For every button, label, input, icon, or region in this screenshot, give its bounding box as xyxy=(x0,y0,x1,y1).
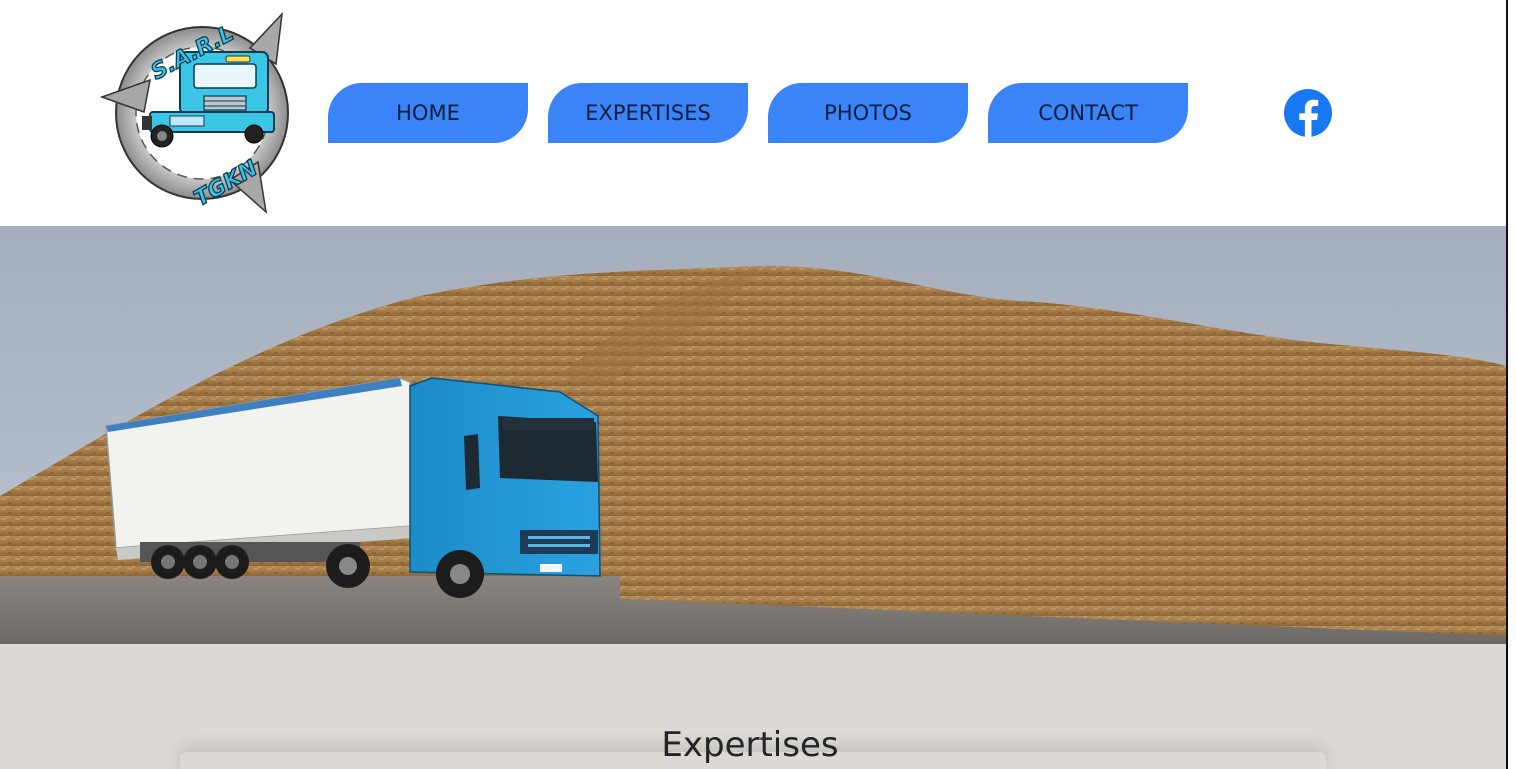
company-logo[interactable]: S.A.R.L TGKN xyxy=(100,12,304,214)
nav-photos-button[interactable]: PHOTOS xyxy=(768,83,968,143)
facebook-icon[interactable] xyxy=(1284,89,1332,137)
window-edge xyxy=(1506,0,1516,769)
hero-image xyxy=(0,226,1506,644)
page: S.A.R.L TGKN HOME EXPERTISES PHOTOS CONT… xyxy=(0,0,1506,769)
nav-expertises-button[interactable]: EXPERTISES xyxy=(548,83,748,143)
site-header: S.A.R.L TGKN HOME EXPERTISES PHOTOS CONT… xyxy=(0,0,1506,226)
nav-home-button[interactable]: HOME xyxy=(328,83,528,143)
expertises-title: Expertises xyxy=(661,725,839,765)
nav-contact-button[interactable]: CONTACT xyxy=(988,83,1188,143)
